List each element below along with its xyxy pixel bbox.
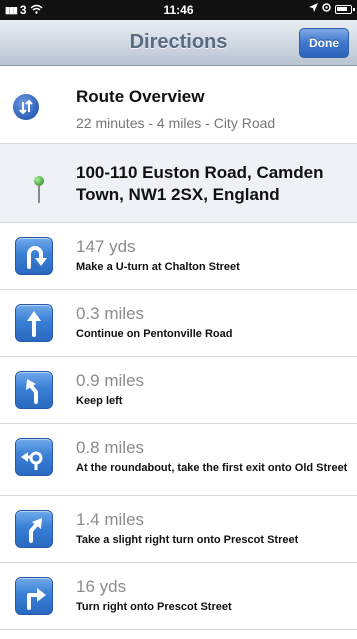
- direction-step[interactable]: 0.8 miles At the roundabout, take the fi…: [0, 424, 357, 496]
- step-instruction: Turn right onto Prescot Street: [76, 601, 232, 613]
- status-right: [309, 3, 355, 15]
- step-instruction: Take a slight right turn onto Prescot St…: [76, 534, 299, 546]
- route-overview-summary: 22 minutes - 4 miles - City Road: [76, 115, 276, 131]
- u-turn-icon: [15, 237, 53, 275]
- step-instruction: Continue on Pentonville Road: [76, 328, 233, 340]
- location-arrow-icon: [309, 3, 318, 15]
- roundabout-icon: [15, 438, 53, 476]
- destination-row[interactable]: 100-110 Euston Road, Camden Town, NW1 2S…: [0, 144, 357, 223]
- alarm-icon: [322, 3, 331, 15]
- direction-step[interactable]: 147 yds Make a U-turn at Chalton Street: [0, 223, 357, 290]
- map-pin-icon: [34, 176, 44, 204]
- step-distance: 0.8 miles: [76, 438, 145, 457]
- step-instruction: At the roundabout, take the first exit o…: [76, 462, 348, 474]
- status-bar: ▮▮▮ 3 11:46: [0, 0, 357, 20]
- step-distance: 1.4 miles: [76, 510, 145, 529]
- directions-list: Route Overview 22 minutes - 4 miles - Ci…: [0, 67, 357, 630]
- status-time: 11:46: [163, 3, 194, 17]
- direction-step[interactable]: 0.9 miles Keep left: [0, 357, 357, 424]
- step-instruction: Make a U-turn at Chalton Street: [76, 261, 240, 273]
- direction-step[interactable]: 16 yds Turn right onto Prescot Street: [0, 563, 357, 630]
- keep-left-icon: [15, 371, 53, 409]
- route-overview-icon: [13, 94, 39, 120]
- step-distance: 0.9 miles: [76, 371, 145, 390]
- battery-icon: [335, 4, 355, 14]
- turn-right-icon: [15, 577, 53, 615]
- done-button[interactable]: Done: [299, 28, 349, 58]
- route-overview-row[interactable]: Route Overview 22 minutes - 4 miles - Ci…: [0, 67, 357, 144]
- step-distance: 16 yds: [76, 577, 127, 596]
- destination-address: 100-110 Euston Road, Camden Town, NW1 2S…: [76, 163, 324, 204]
- step-instruction: Keep left: [76, 395, 123, 407]
- direction-step[interactable]: 0.3 miles Continue on Pentonville Road: [0, 290, 357, 357]
- navigation-bar: Directions Done: [0, 20, 357, 66]
- slight-right-icon: [15, 510, 53, 548]
- route-overview-title: Route Overview: [76, 87, 205, 106]
- straight-arrow-icon: [15, 304, 53, 342]
- direction-step[interactable]: 1.4 miles Take a slight right turn onto …: [0, 496, 357, 563]
- step-distance: 0.3 miles: [76, 304, 145, 323]
- step-distance: 147 yds: [76, 237, 136, 256]
